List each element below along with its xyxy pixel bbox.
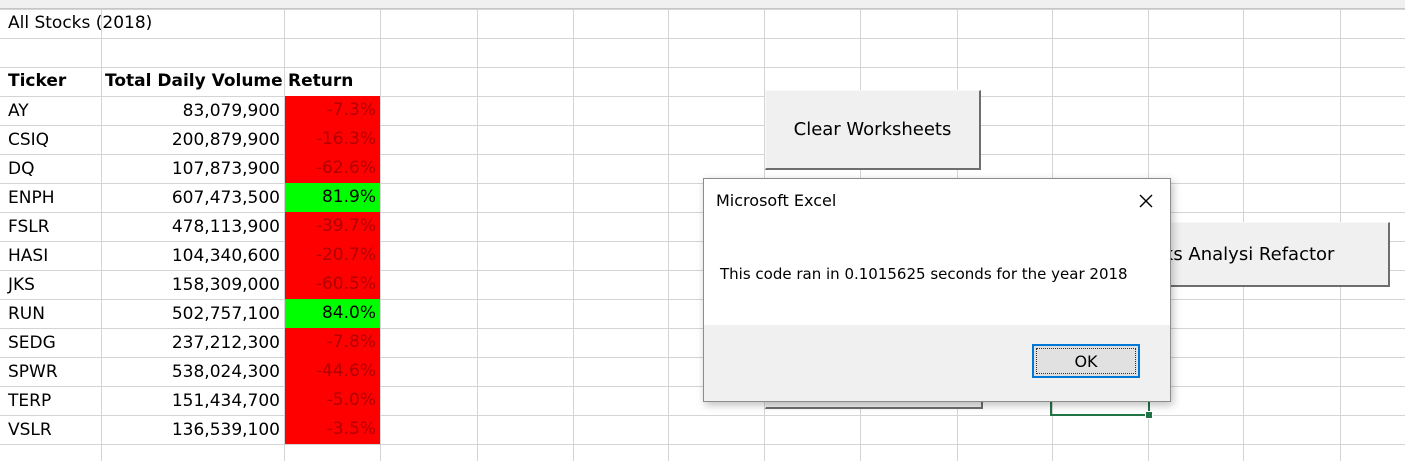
return-cell[interactable]: -7.8% <box>285 328 380 357</box>
return-cell[interactable]: -7.3% <box>285 96 380 125</box>
volume-cell[interactable]: 151,434,700 <box>101 387 284 416</box>
volume-cell[interactable]: 158,309,000 <box>101 271 284 300</box>
volume-cell[interactable]: 478,113,900 <box>101 213 284 242</box>
message-box-dialog: Microsoft Excel This code ran in 0.10156… <box>703 178 1171 402</box>
focus-rectangle <box>1036 348 1136 374</box>
dialog-title: Microsoft Excel <box>716 191 837 210</box>
ticker-cell[interactable]: DQ <box>0 155 101 184</box>
ticker-cell[interactable]: HASI <box>0 242 101 271</box>
ticker-cell[interactable]: CSIQ <box>0 126 101 155</box>
ok-button[interactable]: OK <box>1032 344 1140 378</box>
dialog-footer: OK <box>704 325 1170 401</box>
return-cell[interactable]: -20.7% <box>285 241 380 270</box>
return-cell[interactable]: -3.5% <box>285 415 380 444</box>
ticker-cell[interactable]: SPWR <box>0 358 101 387</box>
return-cell[interactable]: -44.6% <box>285 357 380 386</box>
ticker-cell[interactable]: SEDG <box>0 329 101 358</box>
ticker-cell[interactable]: JKS <box>0 271 101 300</box>
volume-cell[interactable]: 83,079,900 <box>101 97 284 126</box>
volume-cell[interactable]: 104,340,600 <box>101 242 284 271</box>
gridline-vertical <box>573 9 574 461</box>
return-cell[interactable]: 81.9% <box>285 183 380 212</box>
volume-cell[interactable]: 607,473,500 <box>101 184 284 213</box>
gridline-vertical <box>668 9 669 461</box>
return-cell[interactable]: -62.6% <box>285 154 380 183</box>
sheet-title-cell[interactable]: All Stocks (2018) <box>0 9 300 38</box>
gridline-vertical <box>380 9 381 461</box>
volume-cell[interactable]: 538,024,300 <box>101 358 284 387</box>
header-total-daily-volume[interactable]: Total Daily Volume <box>101 67 288 96</box>
column-header-strip <box>0 0 1405 9</box>
ticker-cell[interactable]: ENPH <box>0 184 101 213</box>
gridline-vertical <box>477 9 478 461</box>
fill-handle[interactable] <box>1145 411 1153 419</box>
return-cell[interactable]: -5.0% <box>285 386 380 415</box>
close-icon-glyph <box>1139 194 1153 208</box>
gridline-horizontal <box>0 38 1405 39</box>
ticker-cell[interactable]: RUN <box>0 300 101 329</box>
header-return[interactable]: Return <box>284 67 380 96</box>
close-icon[interactable] <box>1136 191 1156 211</box>
ticker-cell[interactable]: FSLR <box>0 213 101 242</box>
clear-worksheets-button[interactable]: Clear Worksheets <box>765 90 981 170</box>
volume-cell[interactable]: 502,757,100 <box>101 300 284 329</box>
return-cell[interactable]: -60.5% <box>285 270 380 299</box>
return-cell[interactable]: 84.0% <box>285 299 380 328</box>
volume-cell[interactable]: 200,879,900 <box>101 126 284 155</box>
volume-cell[interactable]: 237,212,300 <box>101 329 284 358</box>
dialog-message: This code ran in 0.1015625 seconds for t… <box>720 265 1128 283</box>
header-ticker[interactable]: Ticker <box>0 67 101 96</box>
return-cell[interactable]: -16.3% <box>285 125 380 154</box>
ticker-cell[interactable]: TERP <box>0 387 101 416</box>
return-cell[interactable]: -39.7% <box>285 212 380 241</box>
volume-cell[interactable]: 136,539,100 <box>101 416 284 445</box>
ticker-cell[interactable]: VSLR <box>0 416 101 445</box>
ticker-cell[interactable]: AY <box>0 97 101 126</box>
volume-cell[interactable]: 107,873,900 <box>101 155 284 184</box>
